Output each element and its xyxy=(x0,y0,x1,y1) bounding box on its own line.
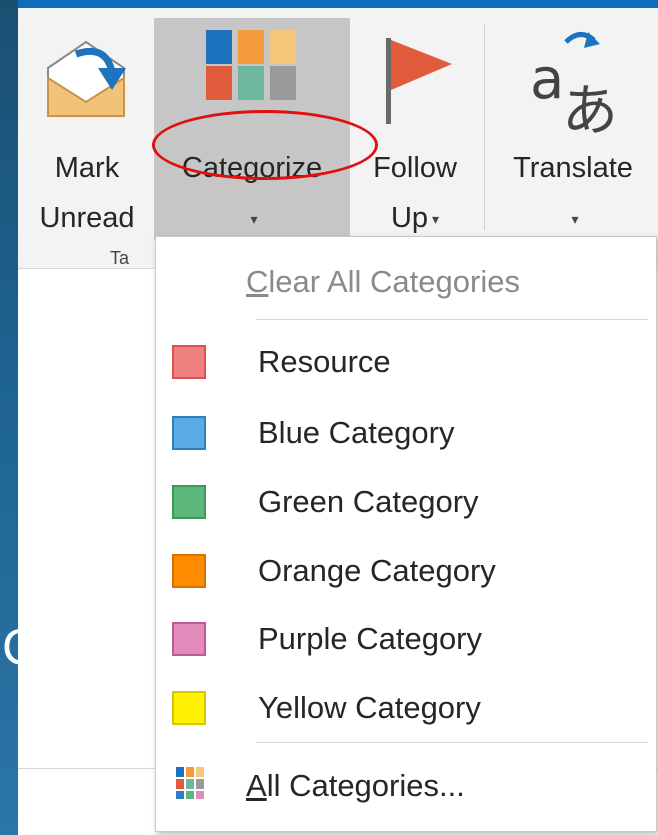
category-label: Yellow Category xyxy=(258,690,481,725)
mark-unread-label-1: Mark xyxy=(54,152,120,184)
follow-up-label-row: Up ▾ xyxy=(350,202,480,235)
svg-text:あ: あ xyxy=(562,79,618,136)
follow-up-button[interactable]: Follow Up ▾ xyxy=(350,18,480,240)
svg-text:a: a xyxy=(530,47,564,112)
translate-label: Translate xyxy=(513,152,633,184)
flag-icon xyxy=(386,38,452,124)
category-item-yellow[interactable]: Yellow Category xyxy=(156,677,656,737)
category-item-orange[interactable]: Orange Category xyxy=(156,540,656,600)
mark-unread-label-2: Unread xyxy=(39,202,135,234)
translate-icon: a あ xyxy=(530,32,618,136)
mark-unread-button[interactable]: Mark Unread xyxy=(20,18,154,240)
chevron-down-icon: ▾ xyxy=(571,210,579,227)
ribbon: Mark Unread Categorize ▾ Follow Up ▾ a あ… xyxy=(18,8,658,269)
category-item-green[interactable]: Green Category xyxy=(156,471,656,531)
category-color-swatch xyxy=(172,485,206,519)
window-top-bar xyxy=(18,0,658,8)
clear-all-categories-item[interactable]: Clear All Categories xyxy=(156,251,656,311)
chevron-down-icon: ▾ xyxy=(250,210,258,227)
all-categories-item[interactable]: All Categories... xyxy=(156,755,656,815)
category-label: Blue Category xyxy=(258,415,455,450)
menu-separator xyxy=(256,742,648,743)
categorize-dropdown-menu: Clear All Categories Resource Blue Categ… xyxy=(155,236,657,832)
translate-caret-row: ▾ xyxy=(490,202,656,235)
category-item-resource[interactable]: Resource xyxy=(156,331,656,391)
category-color-swatch xyxy=(172,622,206,656)
category-label: Resource xyxy=(258,344,391,379)
category-color-swatch xyxy=(172,416,206,450)
translate-button[interactable]: a あ Translate ▾ xyxy=(490,18,656,240)
annotation-circle xyxy=(152,110,378,180)
clear-all-categories-label: Clear All Categories xyxy=(246,264,520,299)
all-categories-label: All Categories... xyxy=(246,768,465,803)
category-item-blue[interactable]: Blue Category xyxy=(156,402,656,462)
menu-separator xyxy=(256,319,648,320)
category-label: Orange Category xyxy=(258,553,496,588)
category-item-purple[interactable]: Purple Category xyxy=(156,608,656,668)
chevron-down-icon: ▾ xyxy=(432,210,440,227)
category-color-swatch xyxy=(172,345,206,379)
category-color-swatch xyxy=(172,691,206,725)
category-color-swatch xyxy=(172,554,206,588)
categorize-caret-row: ▾ xyxy=(154,202,350,235)
category-label: Green Category xyxy=(258,484,479,519)
envelope-arrow-icon xyxy=(47,40,126,117)
categories-grid-icon xyxy=(176,767,204,799)
group-label-tags: Ta xyxy=(110,248,130,268)
follow-up-label-2: Up xyxy=(390,202,429,234)
category-label: Purple Category xyxy=(258,621,483,656)
ribbon-separator xyxy=(484,24,485,230)
